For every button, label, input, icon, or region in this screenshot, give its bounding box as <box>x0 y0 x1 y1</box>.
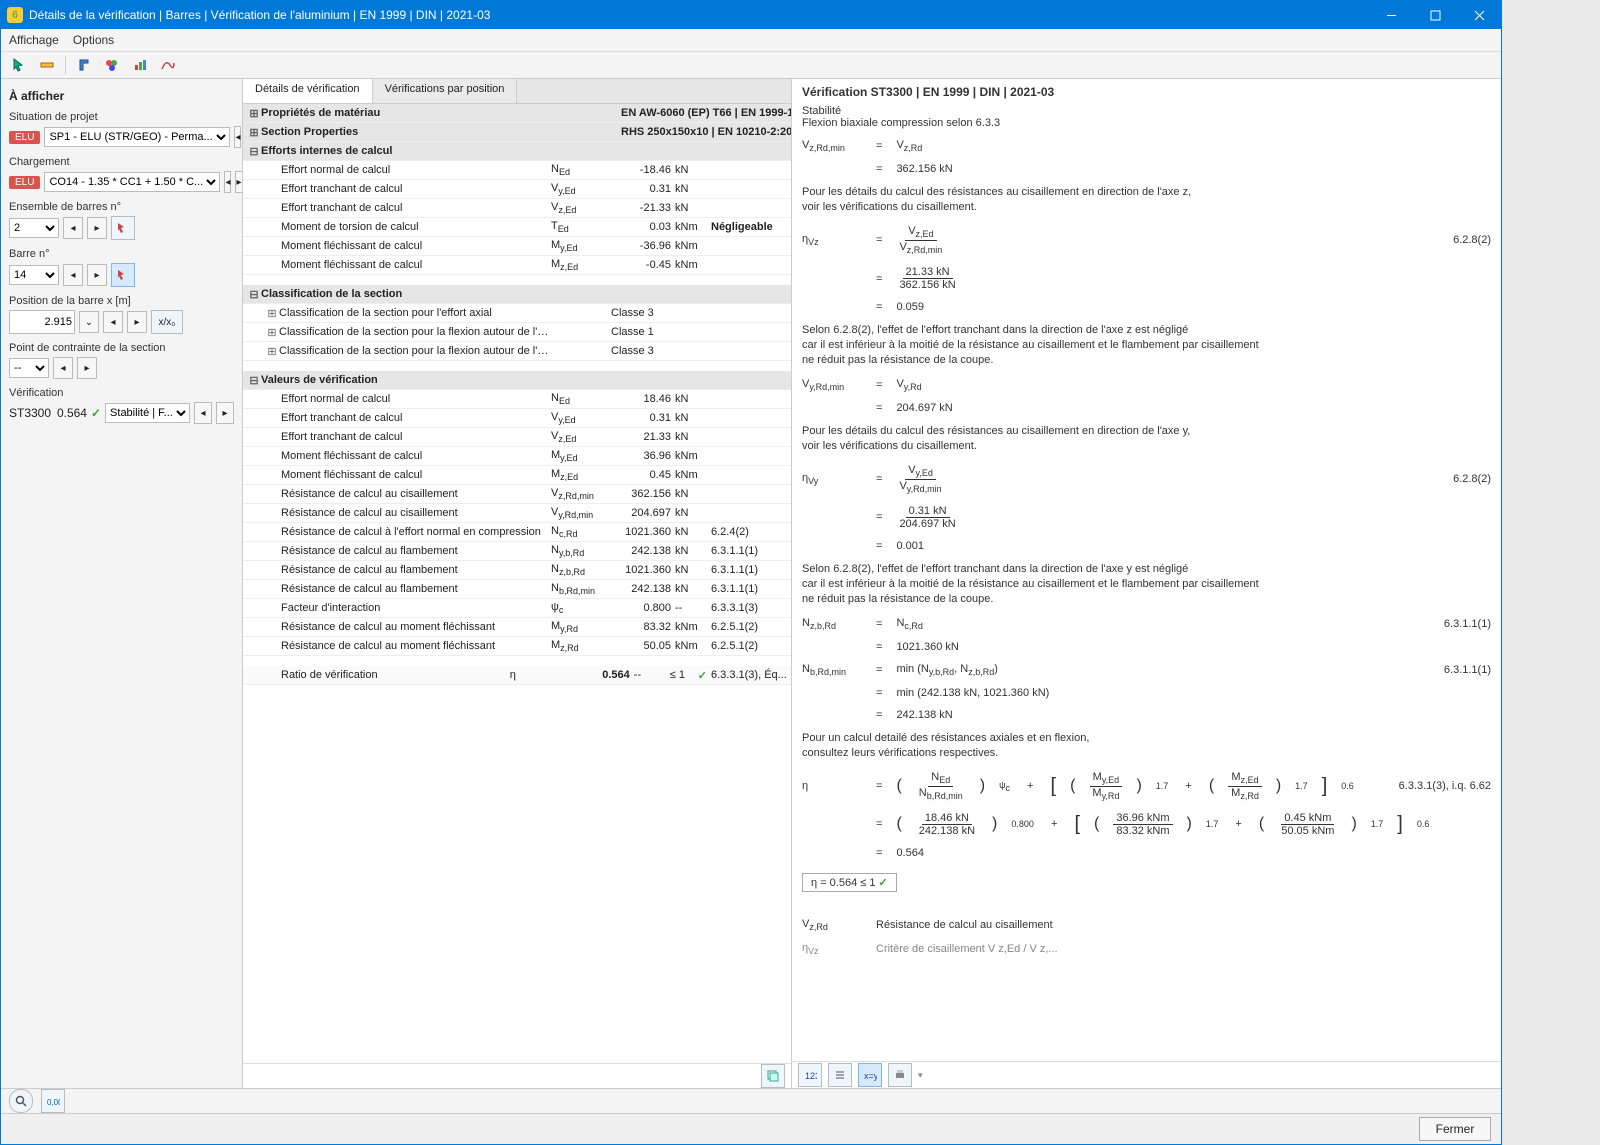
point-prev[interactable]: ◂ <box>53 357 73 379</box>
ensemble-select[interactable]: 2 <box>9 218 59 238</box>
left-panel: À afficher Situation de projet ELU SP1 -… <box>1 79 243 1088</box>
collapse-icon[interactable]: ⊟ <box>247 145 261 158</box>
tool-chart-icon[interactable] <box>130 55 150 75</box>
formula-body[interactable]: Vérification ST3300 | EN 1999 | DIN | 20… <box>792 79 1501 1061</box>
formula-panel: Vérification ST3300 | EN 1999 | DIN | 20… <box>792 79 1501 1088</box>
collapse-icon[interactable]: ⊟ <box>247 288 261 301</box>
pos-prev[interactable]: ◂ <box>103 311 123 333</box>
lbl-ensemble: Ensemble de barres n° <box>9 201 234 213</box>
decimals-icon[interactable]: 0,00 <box>41 1089 65 1113</box>
left-heading: À afficher <box>9 89 234 103</box>
close-button-footer[interactable]: Fermer <box>1419 1117 1491 1141</box>
expand-icon[interactable]: ⊞ <box>247 307 279 320</box>
copy-table-icon[interactable] <box>761 1064 785 1088</box>
barre-pick-icon[interactable] <box>111 263 135 287</box>
lbl-point: Point de contrainte de la section <box>9 342 234 354</box>
tab-positions[interactable]: Vérifications par position <box>373 79 518 103</box>
window-title: Détails de la vérification | Barres | Vé… <box>29 8 1369 22</box>
svg-text:123: 123 <box>805 1071 817 1081</box>
pos-xx0-btn[interactable]: x/x₀ <box>151 310 183 334</box>
tool-colors-icon[interactable] <box>102 55 122 75</box>
verif-code: ST3300 <box>9 406 51 420</box>
print-icon[interactable] <box>888 1063 912 1087</box>
chargement-select[interactable]: CO14 - 1.35 * CC1 + 1.50 * C... <box>44 172 220 192</box>
menu-options[interactable]: Options <box>73 33 114 47</box>
ens-pick-icon[interactable] <box>111 216 135 240</box>
maximize-button[interactable] <box>1413 1 1457 29</box>
footer: Fermer <box>1 1113 1501 1144</box>
svg-text:x=y: x=y <box>864 1071 877 1081</box>
lbl-verification: Vérification <box>9 387 234 399</box>
tabs: Détails de vérification Vérifications pa… <box>243 79 791 104</box>
separator <box>65 56 66 74</box>
list-mode-icon[interactable] <box>828 1063 852 1087</box>
app-icon: 6 <box>7 7 23 23</box>
toolbar <box>1 52 1501 79</box>
check-icon: ✓ <box>698 669 707 682</box>
verif-ratio: 0.564 <box>55 406 87 420</box>
svg-text:0,00: 0,00 <box>47 1098 60 1107</box>
verif-select[interactable]: Stabilité | F... <box>105 403 190 423</box>
verif-prev[interactable]: ◂ <box>194 402 212 424</box>
pos-next[interactable]: ▸ <box>127 311 147 333</box>
statusbar: 0,00 <box>1 1088 1501 1113</box>
elu-chip-2: ELU <box>9 176 40 189</box>
expand-icon[interactable]: ⊞ <box>247 345 279 358</box>
expand-icon[interactable]: ⊞ <box>247 126 261 139</box>
collapse-icon[interactable]: ⊟ <box>247 374 261 387</box>
expand-icon[interactable]: ⊞ <box>247 326 279 339</box>
minimize-button[interactable] <box>1369 1 1413 29</box>
barre-next[interactable]: ▸ <box>87 264 107 286</box>
details-panel: Détails de vérification Vérifications pa… <box>243 79 792 1088</box>
lbl-position: Position de la barre x [m] <box>9 295 234 307</box>
lbl-situation: Situation de projet <box>9 111 234 123</box>
check-icon: ✓ <box>91 406 101 420</box>
situation-prev[interactable]: ◂ <box>234 126 241 148</box>
lbl-barre: Barre n° <box>9 248 234 260</box>
search-icon[interactable] <box>9 1089 33 1113</box>
tool-curve-icon[interactable] <box>158 55 178 75</box>
elu-chip: ELU <box>9 131 40 144</box>
pos-dropdown[interactable]: ⌄ <box>79 311 99 333</box>
tab-details[interactable]: Détails de vérification <box>243 79 373 103</box>
formula-mode-icon[interactable]: x=y <box>858 1063 882 1087</box>
point-select[interactable]: -- <box>9 358 49 378</box>
tool-cursor-icon[interactable] <box>9 55 29 75</box>
tool-section-icon[interactable] <box>74 55 94 75</box>
verif-title: Vérification ST3300 | EN 1999 | DIN | 20… <box>802 85 1491 99</box>
charg-next[interactable]: ▸ <box>235 171 242 193</box>
numeric-mode-icon[interactable]: 123 <box>798 1063 822 1087</box>
expand-icon[interactable]: ⊞ <box>247 107 261 120</box>
position-input[interactable] <box>9 310 75 334</box>
ens-next[interactable]: ▸ <box>87 217 107 239</box>
close-button[interactable] <box>1457 1 1501 29</box>
situation-select[interactable]: SP1 - ELU (STR/GEO) - Perma... <box>44 127 230 147</box>
barre-prev[interactable]: ◂ <box>63 264 83 286</box>
formula-toolbar: 123 x=y ▾ <box>792 1061 1501 1088</box>
titlebar: 6 Détails de la vérification | Barres | … <box>1 1 1501 29</box>
details-grid[interactable]: ⊞Propriétés de matériauEN AW-6060 (EP) T… <box>243 104 791 1063</box>
menubar: Affichage Options <box>1 29 1501 52</box>
verif-next[interactable]: ▸ <box>216 402 234 424</box>
ens-prev[interactable]: ◂ <box>63 217 83 239</box>
charg-prev[interactable]: ◂ <box>224 171 231 193</box>
tool-ruler-icon[interactable] <box>37 55 57 75</box>
point-next[interactable]: ▸ <box>77 357 97 379</box>
menu-affichage[interactable]: Affichage <box>9 33 59 47</box>
result-box: η = 0.564 ≤ 1 ✓ <box>802 873 897 892</box>
barre-select[interactable]: 14 <box>9 265 59 285</box>
lbl-chargement: Chargement <box>9 156 234 168</box>
